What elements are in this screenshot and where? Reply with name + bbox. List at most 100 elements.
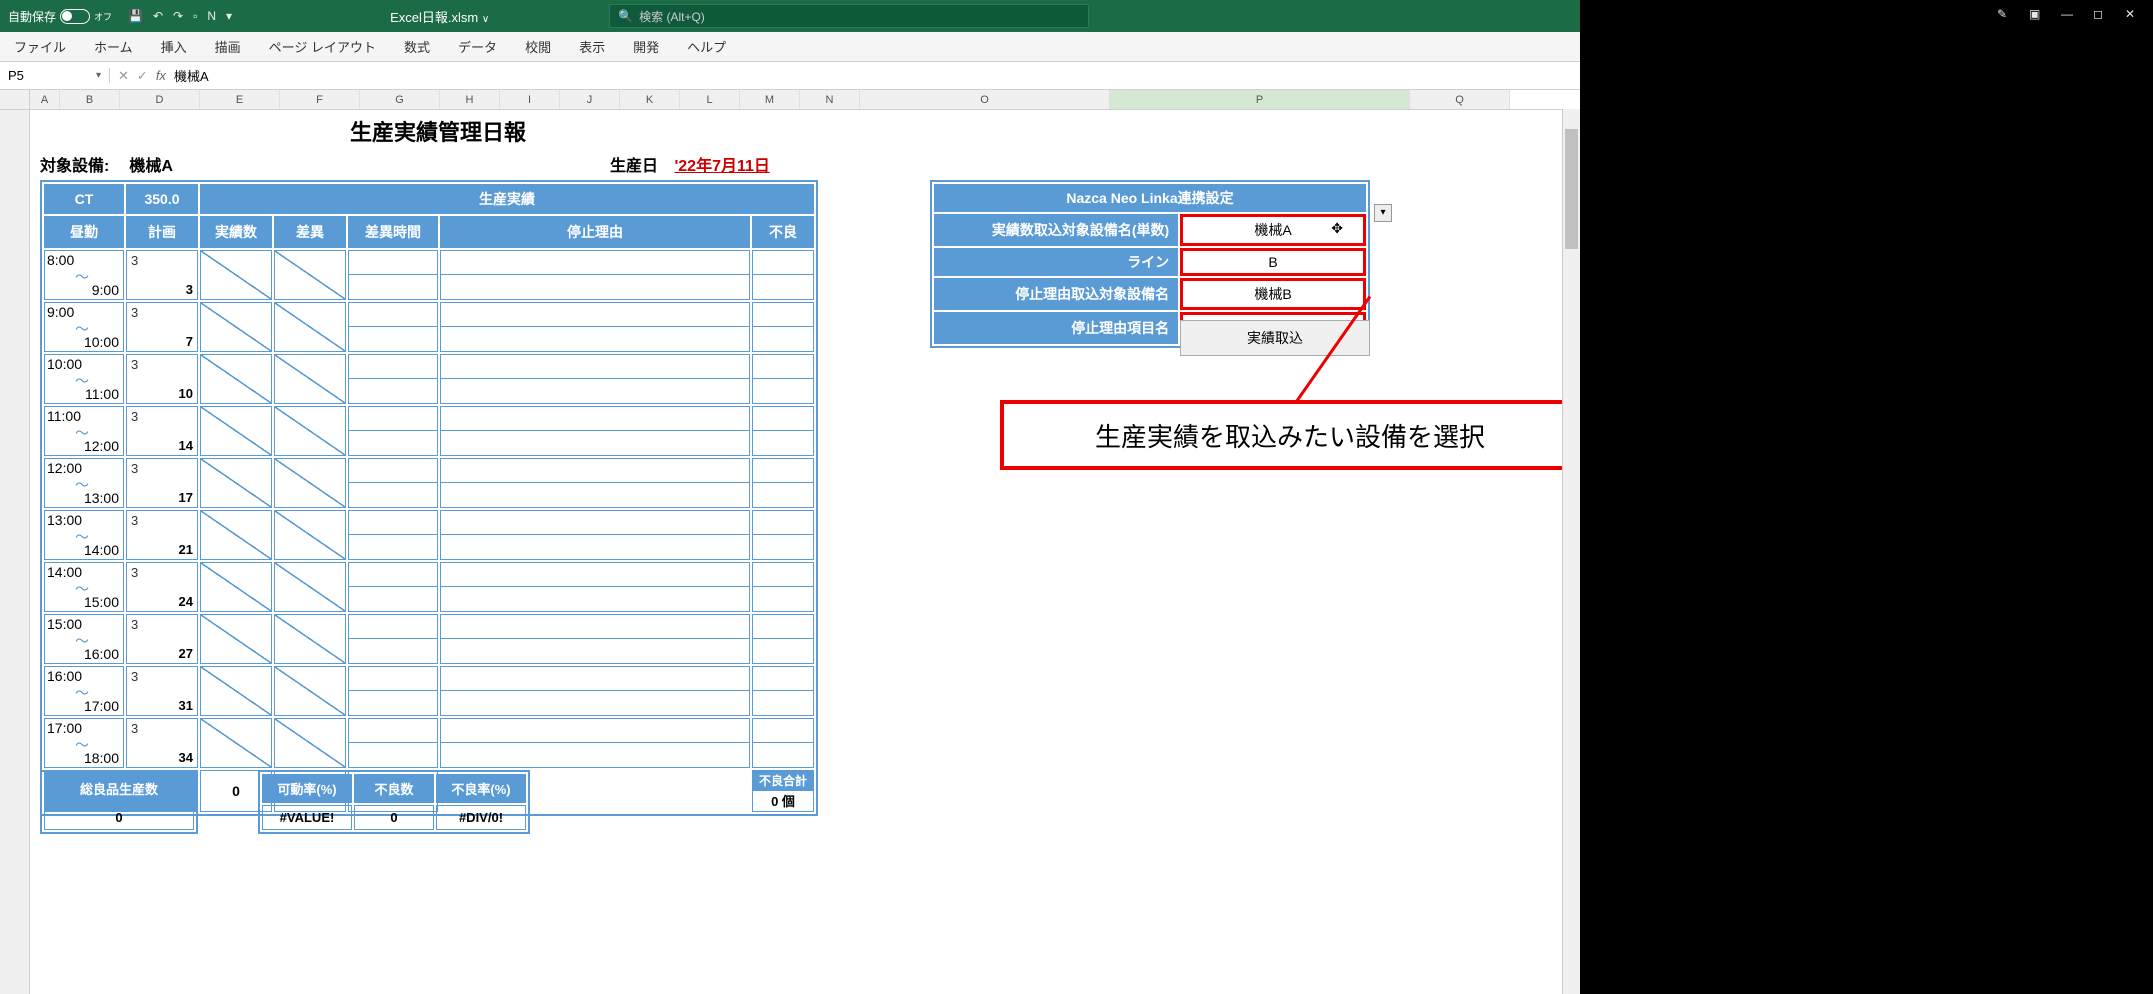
difftime-cell[interactable] [348,718,438,768]
stopreason-cell[interactable] [440,302,750,352]
difftime-cell[interactable] [348,302,438,352]
difftime-cell[interactable] [348,250,438,300]
cancel-icon[interactable]: ✕ [118,68,129,84]
col-header[interactable]: N [800,90,860,109]
filename[interactable]: Excel日報.xlsm ∨ [390,7,489,26]
search-box[interactable]: 🔍 検索 (Alt+Q) [609,4,1089,28]
difftime-cell[interactable] [348,354,438,404]
ribbon-tab[interactable]: 校閲 [511,37,565,56]
select-all-corner[interactable] [0,90,30,109]
diff-cell[interactable] [274,718,346,768]
diff-cell[interactable] [274,406,346,456]
time-cell[interactable]: 14:00〜15:00 [44,562,124,612]
stopreason-cell[interactable] [440,614,750,664]
defect-cell[interactable] [752,614,814,664]
col-header[interactable]: F [280,90,360,109]
defect-cell[interactable] [752,354,814,404]
stopreason-cell[interactable] [440,458,750,508]
difftime-cell[interactable] [348,562,438,612]
ribbon-tab[interactable]: ファイル [0,37,80,56]
nazca-line-cell[interactable]: B [1180,248,1366,276]
difftime-cell[interactable] [348,666,438,716]
defect-cell[interactable] [752,302,814,352]
stopreason-cell[interactable] [440,354,750,404]
close-icon[interactable]: ✕ [2125,7,2143,25]
difftime-cell[interactable] [348,458,438,508]
time-cell[interactable]: 13:00〜14:00 [44,510,124,560]
stopreason-cell[interactable] [440,666,750,716]
diff-cell[interactable] [274,250,346,300]
maximize-icon[interactable]: ◻ [2093,7,2111,25]
defect-cell[interactable] [752,718,814,768]
plan-cell[interactable]: 321 [126,510,198,560]
fx-icon[interactable]: fx [156,68,166,83]
difftime-cell[interactable] [348,510,438,560]
defect-cell[interactable] [752,250,814,300]
actual-cell[interactable] [200,354,272,404]
ribbon-tab[interactable]: 表示 [565,37,619,56]
stopreason-cell[interactable] [440,718,750,768]
stopreason-cell[interactable] [440,250,750,300]
ribbon-tab[interactable]: ページ レイアウト [255,37,390,56]
actual-cell[interactable] [200,614,272,664]
col-header[interactable]: J [560,90,620,109]
nazca-stop-equip-cell[interactable]: 機械B [1180,278,1366,310]
pen-icon[interactable]: ✎ [1997,7,2015,25]
plan-cell[interactable]: 33 [126,250,198,300]
stopreason-cell[interactable] [440,406,750,456]
col-header[interactable]: A [30,90,60,109]
plan-cell[interactable]: 334 [126,718,198,768]
name-box[interactable]: P5 ▾ [0,68,110,83]
cell-dropdown-button[interactable]: ▾ [1374,204,1392,222]
col-header[interactable]: B [60,90,120,109]
time-cell[interactable]: 15:00〜16:00 [44,614,124,664]
difftime-cell[interactable] [348,614,438,664]
stopreason-cell[interactable] [440,510,750,560]
nazca-equipment-cell[interactable]: 機械A ✥ [1180,214,1366,246]
redo-icon[interactable]: ↷ [173,9,183,23]
plan-cell[interactable]: 314 [126,406,198,456]
time-cell[interactable]: 11:00〜12:00 [44,406,124,456]
time-cell[interactable]: 10:00〜11:00 [44,354,124,404]
window-icon[interactable]: ▣ [2029,7,2047,25]
defect-cell[interactable] [752,562,814,612]
plan-cell[interactable]: 324 [126,562,198,612]
plan-cell[interactable]: 331 [126,666,198,716]
undo-icon[interactable]: ↶ [153,9,163,23]
diff-cell[interactable] [274,510,346,560]
actual-cell[interactable] [200,458,272,508]
qat-icon[interactable]: N [207,9,216,23]
formula-value[interactable]: 機械A [174,66,209,85]
worksheet-grid[interactable]: 生産実績管理日報 対象設備: 機械A 生産日 '22年7月11日 CT 350.… [0,110,2153,994]
col-header[interactable]: I [500,90,560,109]
defect-cell[interactable] [752,458,814,508]
autosave-toggle[interactable]: 自動保存 オフ [0,8,120,25]
time-cell[interactable]: 16:00〜17:00 [44,666,124,716]
actual-cell[interactable] [200,510,272,560]
diff-cell[interactable] [274,666,346,716]
defect-cell[interactable] [752,666,814,716]
ribbon-tab[interactable]: 描画 [201,37,255,56]
col-header[interactable]: G [360,90,440,109]
time-cell[interactable]: 12:00〜13:00 [44,458,124,508]
actual-cell[interactable] [200,302,272,352]
col-header[interactable]: M [740,90,800,109]
difftime-cell[interactable] [348,406,438,456]
enter-icon[interactable]: ✓ [137,68,148,84]
defect-cell[interactable] [752,510,814,560]
col-header-selected[interactable]: P [1110,90,1410,109]
plan-cell[interactable]: 327 [126,614,198,664]
col-header[interactable]: L [680,90,740,109]
col-header[interactable]: D [120,90,200,109]
diff-cell[interactable] [274,458,346,508]
actual-cell[interactable] [200,250,272,300]
diff-cell[interactable] [274,614,346,664]
actual-cell[interactable] [200,666,272,716]
ribbon-tab[interactable]: 開発 [619,37,673,56]
diff-cell[interactable] [274,354,346,404]
save-icon[interactable]: 💾 [128,9,143,23]
ribbon-tab[interactable]: データ [444,37,511,56]
plan-cell[interactable]: 317 [126,458,198,508]
time-cell[interactable]: 9:00〜10:00 [44,302,124,352]
col-header[interactable]: K [620,90,680,109]
